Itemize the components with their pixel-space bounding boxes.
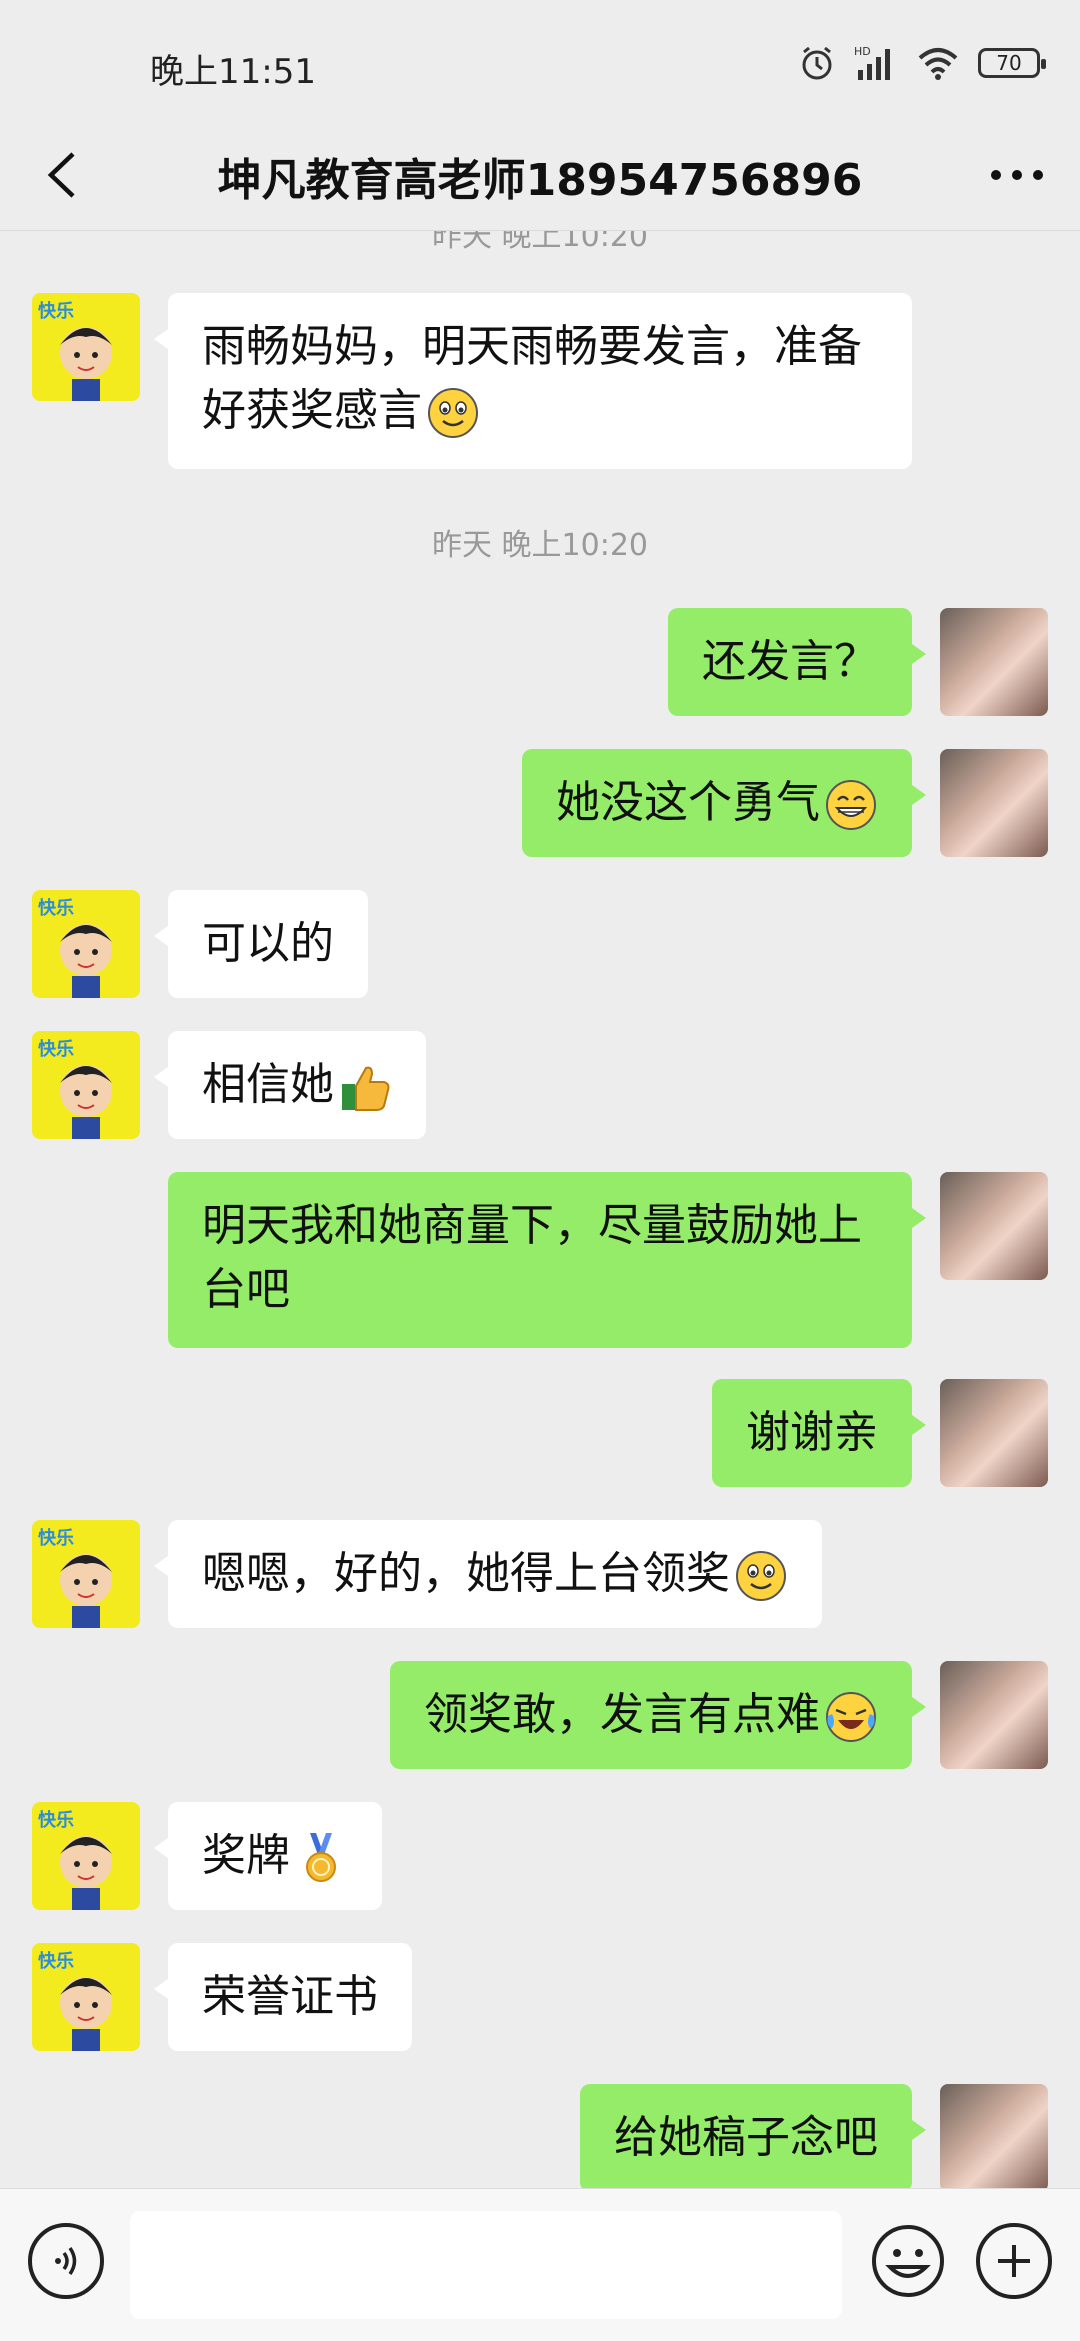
laugh-cry-emoji-icon — [826, 1692, 876, 1742]
svg-text:快乐: 快乐 — [38, 897, 74, 919]
svg-text:快乐: 快乐 — [38, 300, 74, 322]
svg-text:快乐: 快乐 — [38, 1809, 74, 1831]
message-bubble-outgoing[interactable]: 领奖敢，发言有点难 — [390, 1661, 926, 1769]
alarm-icon — [802, 46, 832, 80]
emoji-face-icon — [872, 2225, 944, 2297]
message-bubble-incoming[interactable]: 相信她 — [154, 1031, 426, 1139]
message-bubble-outgoing[interactable]: 明天我和她商量下，尽量鼓励她上台吧 — [168, 1172, 926, 1348]
teacher-avatar[interactable]: 快乐 — [32, 1802, 140, 1910]
my-avatar[interactable] — [940, 608, 1048, 716]
message-list[interactable]: 昨天 晚上10:20 快乐 雨畅妈妈，明天雨畅要发言，准备好获奖感言 昨天 晚上… — [0, 231, 1080, 2188]
message-row: 给她稿子念吧 — [0, 2084, 1080, 2188]
my-avatar[interactable] — [940, 2084, 1048, 2188]
my-avatar[interactable] — [940, 1172, 1048, 1280]
wifi-icon — [918, 48, 958, 80]
grin-emoji-icon — [826, 780, 876, 830]
message-bubble-outgoing[interactable]: 谢谢亲 — [712, 1379, 926, 1487]
chat-header: 坤凡教育高老师18954756896 — [0, 120, 1080, 231]
message-row: 明天我和她商量下，尽量鼓励她上台吧 — [0, 1172, 1080, 1352]
message-text: 雨畅妈妈，明天雨畅要发言，准备好获奖感言 — [202, 321, 862, 436]
message-text: 谢谢亲 — [746, 1407, 878, 1458]
message-bubble-outgoing[interactable]: 给她稿子念吧 — [580, 2084, 926, 2188]
svg-text:HD: HD — [854, 45, 871, 58]
message-input[interactable] — [130, 2211, 842, 2319]
teacher-avatar[interactable]: 快乐 — [32, 1031, 140, 1139]
more-options-button[interactable] — [984, 142, 1050, 208]
message-row: 快乐 可以的 — [0, 890, 1080, 1000]
my-avatar[interactable] — [940, 749, 1048, 857]
status-bar: 晚上11:51 HD 70 — [0, 0, 1080, 120]
status-time: 晚上11:51 — [150, 52, 316, 92]
smile-emoji-icon — [736, 1551, 786, 1601]
message-bubble-incoming[interactable]: 雨畅妈妈，明天雨畅要发言，准备好获奖感言 — [154, 293, 912, 469]
message-row: 快乐 嗯嗯，好的，她得上台领奖 — [0, 1520, 1080, 1630]
message-text: 明天我和她商量下，尽量鼓励她上台吧 — [202, 1200, 862, 1315]
chat-title: 坤凡教育高老师18954756896 — [217, 155, 863, 206]
my-avatar[interactable] — [940, 1379, 1048, 1487]
teacher-avatar[interactable]: 快乐 — [32, 1943, 140, 2051]
message-text: 领奖敢，发言有点难 — [424, 1689, 820, 1740]
status-icons: HD 70 — [798, 40, 1046, 86]
message-text: 荣誉证书 — [202, 1971, 378, 2022]
message-text: 可以的 — [202, 918, 334, 969]
message-row: 快乐 相信她 — [0, 1031, 1080, 1141]
smile-emoji-icon — [428, 388, 478, 438]
message-row: 她没这个勇气 — [0, 749, 1080, 859]
svg-text:快乐: 快乐 — [38, 1038, 74, 1060]
message-row: 还发言？ — [0, 608, 1080, 718]
timestamp-partial: 昨天 晚上10:20 — [432, 231, 648, 254]
timestamp: 昨天 晚上10:20 — [432, 528, 648, 563]
message-bubble-incoming[interactable]: 可以的 — [154, 890, 368, 998]
more-dots-icon — [991, 170, 1043, 180]
message-text: 她没这个勇气 — [556, 777, 820, 828]
svg-text:快乐: 快乐 — [38, 1527, 74, 1549]
message-row: 谢谢亲 — [0, 1379, 1080, 1489]
message-bubble-outgoing[interactable]: 还发言？ — [668, 608, 926, 716]
message-bubble-incoming[interactable]: 荣誉证书 — [154, 1943, 412, 2051]
more-actions-button[interactable] — [976, 2223, 1052, 2299]
signal-icon: HD — [854, 45, 890, 80]
message-bubble-incoming[interactable]: 奖牌 — [154, 1802, 382, 1910]
battery-level: 70 — [996, 51, 1022, 75]
message-row: 快乐 荣誉证书 — [0, 1943, 1080, 2053]
medal-emoji-icon — [306, 1833, 336, 1882]
message-text: 相信她 — [202, 1059, 334, 1110]
teacher-avatar[interactable]: 快乐 — [32, 1520, 140, 1628]
message-text: 嗯嗯，好的，她得上台领奖 — [202, 1548, 730, 1599]
message-bubble-incoming[interactable]: 嗯嗯，好的，她得上台领奖 — [154, 1520, 822, 1628]
message-row: 快乐 奖牌 — [0, 1802, 1080, 1912]
input-bar — [0, 2188, 1080, 2341]
message-bubble-outgoing[interactable]: 她没这个勇气 — [522, 749, 926, 857]
teacher-avatar[interactable]: 快乐 — [32, 293, 140, 401]
my-avatar[interactable] — [940, 1661, 1048, 1769]
emoji-button[interactable] — [870, 2223, 946, 2299]
battery-icon: 70 — [978, 48, 1046, 78]
voice-button[interactable] — [28, 2223, 104, 2299]
message-text: 奖牌 — [202, 1830, 290, 1881]
message-text: 还发言？ — [702, 636, 878, 687]
svg-text:快乐: 快乐 — [38, 1950, 74, 1972]
voice-icon — [55, 2247, 77, 2275]
thumbs-up-emoji-icon — [342, 1066, 390, 1111]
message-text: 给她稿子念吧 — [614, 2112, 878, 2163]
message-row: 领奖敢，发言有点难 — [0, 1661, 1080, 1771]
teacher-avatar[interactable]: 快乐 — [32, 890, 140, 998]
message-row: 快乐 雨畅妈妈，明天雨畅要发言，准备好获奖感言 — [0, 293, 1080, 473]
